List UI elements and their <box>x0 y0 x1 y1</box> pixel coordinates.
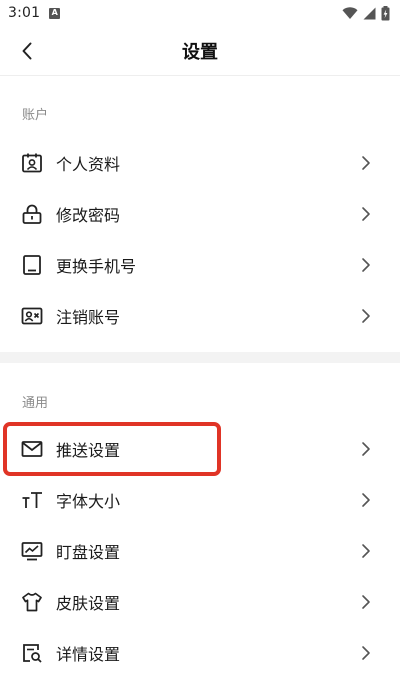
cellular-signal-icon <box>363 7 376 19</box>
page-title: 设置 <box>182 41 218 63</box>
chevron-right-icon <box>360 155 372 171</box>
chevron-right-icon <box>360 492 372 508</box>
lock-icon <box>20 202 44 226</box>
wifi-icon <box>342 6 358 19</box>
a-notification-icon: A <box>49 7 61 19</box>
settings-item-profile[interactable]: 个人资料 <box>0 138 400 188</box>
settings-item-push[interactable]: 推送设置 <box>0 424 400 474</box>
detail-search-icon <box>20 641 44 665</box>
chevron-left-icon <box>22 42 32 60</box>
shirt-icon <box>20 590 44 614</box>
settings-item-label: 推送设置 <box>56 441 121 460</box>
profile-card-icon <box>20 151 44 175</box>
section-title-account: 账户 <box>22 108 49 123</box>
settings-item-detail[interactable]: 详情设置 <box>0 628 400 678</box>
chevron-right-icon <box>360 441 372 457</box>
chevron-right-icon <box>360 308 372 324</box>
settings-item-font-size[interactable]: 字体大小 <box>0 475 400 525</box>
section-title-general: 通用 <box>22 396 49 411</box>
settings-item-label: 个人资料 <box>56 155 121 174</box>
chevron-right-icon <box>360 257 372 273</box>
settings-item-skin[interactable]: 皮肤设置 <box>0 577 400 627</box>
settings-item-label: 更换手机号 <box>56 257 137 276</box>
settings-item-label: 注销账号 <box>56 308 121 327</box>
settings-item-label: 修改密码 <box>56 206 121 225</box>
settings-item-label: 详情设置 <box>56 645 121 664</box>
battery-charging-icon <box>381 5 390 20</box>
chevron-right-icon <box>360 206 372 222</box>
chevron-right-icon <box>360 594 372 610</box>
settings-item-label: 字体大小 <box>56 492 121 511</box>
phone-icon <box>20 253 44 277</box>
mail-icon <box>20 437 44 461</box>
settings-item-label: 盯盘设置 <box>56 543 121 562</box>
id-card-remove-icon <box>20 304 44 328</box>
chevron-right-icon <box>360 645 372 661</box>
chevron-right-icon <box>360 543 372 559</box>
font-size-icon <box>20 488 44 512</box>
settings-item-label: 皮肤设置 <box>56 594 121 613</box>
settings-item-delete-account[interactable]: 注销账号 <box>0 291 400 341</box>
nav-bar: 设置 <box>0 26 400 76</box>
status-bar: 3:01 A <box>0 0 400 26</box>
chart-monitor-icon <box>20 539 44 563</box>
status-time: 3:01 <box>8 5 41 21</box>
settings-item-change-phone[interactable]: 更换手机号 <box>0 240 400 290</box>
status-indicators <box>342 5 390 21</box>
section-divider <box>0 352 400 363</box>
settings-item-watch[interactable]: 盯盘设置 <box>0 526 400 576</box>
settings-item-change-password[interactable]: 修改密码 <box>0 189 400 239</box>
back-button[interactable] <box>14 38 40 64</box>
